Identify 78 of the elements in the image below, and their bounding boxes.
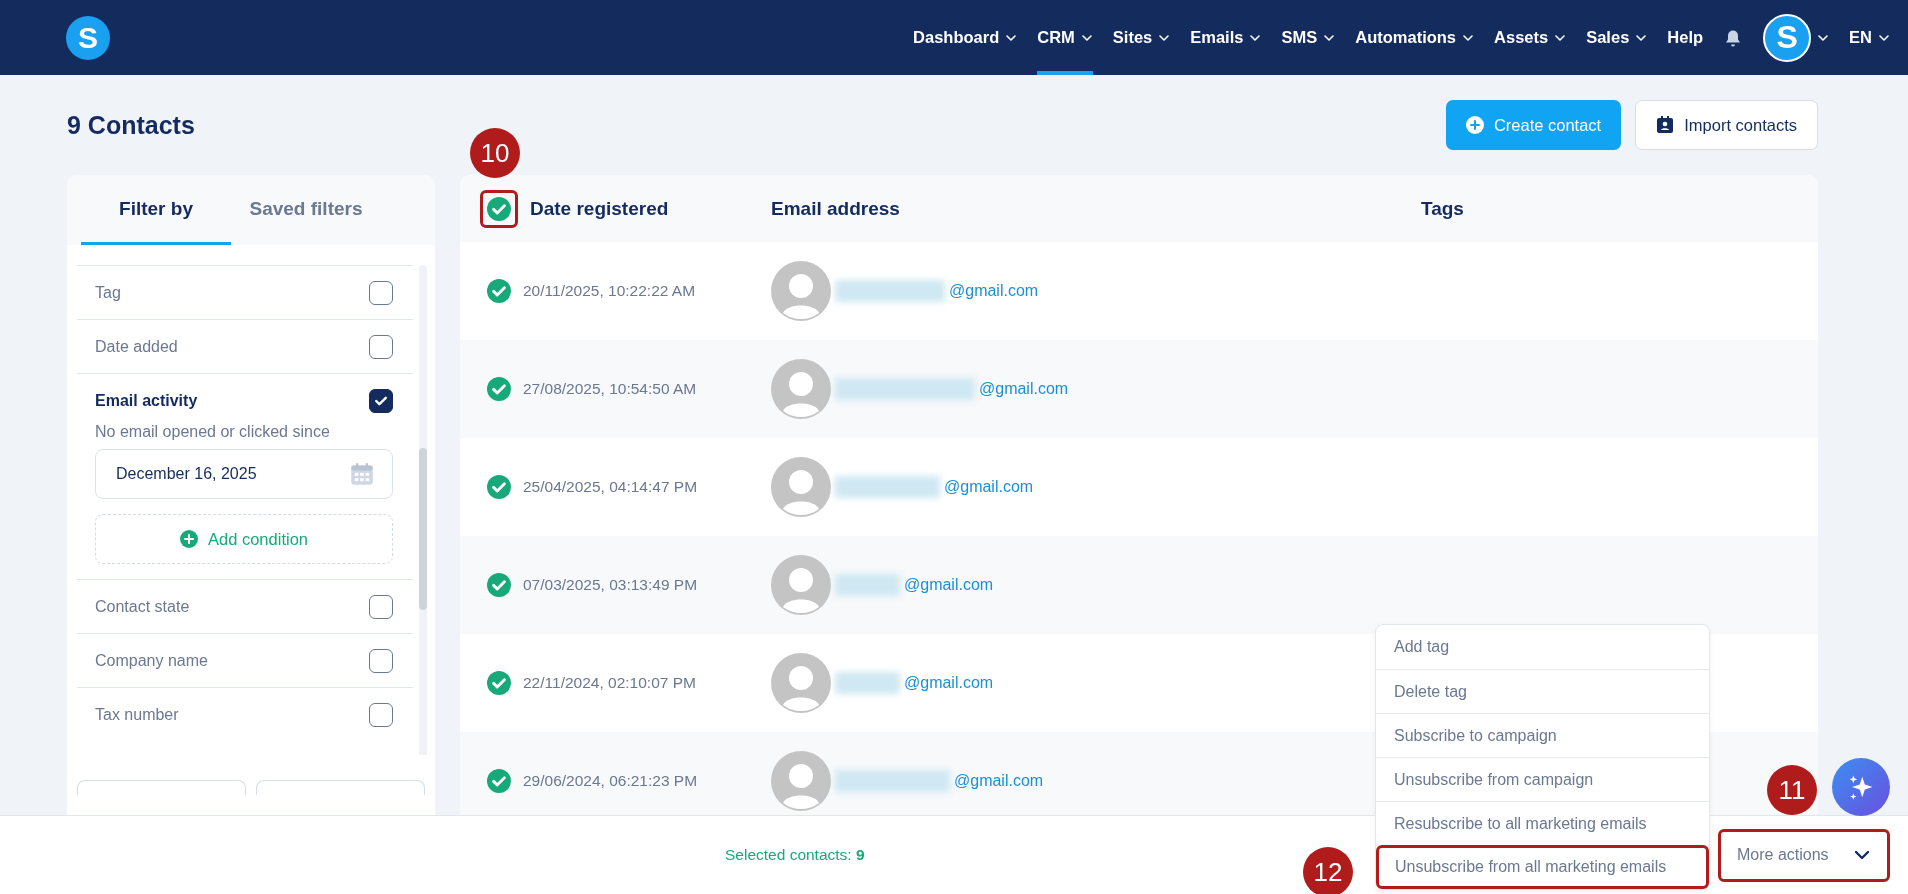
nav-menu-item[interactable]: Emails [1190,0,1262,75]
create-contact-button[interactable]: Create contact [1445,100,1622,150]
import-contacts-button[interactable]: Import contacts [1635,100,1818,150]
filter-tab[interactable]: Filter by [81,175,231,245]
ai-assistant-button[interactable] [1832,758,1890,816]
date-cell: 27/08/2025, 10:54:50 AM [523,380,697,398]
blurred-text [835,574,900,596]
date-cell: 20/11/2025, 10:22:22 AM [523,282,696,300]
filter-tab[interactable]: Saved filters [231,175,381,245]
column-header: Tags [1421,197,1464,220]
avatar-placeholder-icon [771,555,831,615]
checkbox[interactable] [369,648,393,673]
email-link[interactable]: @gmail.com [944,478,1034,496]
nav-menu-item[interactable]: CRM [1037,0,1093,75]
filter-label: Tax number [95,705,179,724]
avatar-placeholder-icon [771,261,831,321]
date-cell: 29/06/2024, 06:21:23 PM [523,772,698,790]
menu-item[interactable]: Resubscribe to all marketing emails [1376,801,1709,845]
check-circle-icon[interactable] [487,279,511,303]
user-avatar[interactable]: S [1763,13,1812,62]
avatar-placeholder-icon [771,457,831,517]
filter-label: Tag [95,283,121,302]
checkbox[interactable] [369,702,393,727]
more-actions-button[interactable]: More actions [1718,828,1890,882]
nav-menu-item[interactable]: Sites [1112,0,1171,75]
checkbox[interactable] [369,388,393,413]
email-link[interactable]: @gmail.com [904,674,994,692]
calendar-icon [350,462,374,486]
menu-item[interactable]: Add tag [1376,625,1709,669]
condition-label: No email opened or clicked since [95,423,331,441]
add-condition-button[interactable]: Add condition [95,514,393,564]
check-circle-icon[interactable] [487,475,511,499]
nav-menu-item[interactable]: Dashboard [913,0,1018,75]
email-link[interactable]: @gmail.com [904,576,994,594]
nav-menu-item[interactable]: Help [1667,0,1704,75]
nav-menu-item[interactable]: Sales [1586,0,1648,75]
checkbox[interactable] [369,594,393,619]
date-cell: 22/11/2024, 02:10:07 PM [523,674,696,692]
nav-menu-item[interactable]: SMS [1281,0,1336,75]
menu-item[interactable]: Delete tag [1376,669,1709,713]
date-cell: 07/03/2025, 03:13:49 PM [523,576,698,594]
avatar-placeholder-icon [771,359,831,419]
checkbox[interactable] [369,280,393,305]
select-all-checkbox[interactable] [487,196,511,221]
check-circle-icon[interactable] [487,671,511,695]
checkbox[interactable] [369,334,393,359]
menu-item[interactable]: Unsubscribe from all marketing emails [1376,845,1709,889]
blurred-text [835,672,900,694]
selected-count-text: Selected contacts: 9 [725,846,865,864]
menu-item[interactable]: Unsubscribe from campaign [1376,757,1709,801]
scrollbar[interactable] [419,265,427,755]
plus-circle-icon [1465,116,1484,134]
check-circle-icon[interactable] [487,377,511,401]
check-circle-icon[interactable] [487,573,511,597]
check-circle-icon[interactable] [487,769,511,793]
filter-label: Contact state [95,597,190,616]
filter-label: Email activity [95,391,198,410]
page-title: 9 Contacts [67,110,195,140]
menu-item[interactable]: Subscribe to campaign [1376,713,1709,757]
nav-menu-item[interactable]: Automations [1355,0,1475,75]
contact-card-icon [1656,116,1675,134]
avatar-placeholder-icon [771,653,831,713]
date-cell: 25/04/2025, 04:14:47 PM [523,478,698,496]
email-link[interactable]: @gmail.com [979,380,1069,398]
filter-label: Company name [95,651,208,670]
scrollbar-thumb[interactable] [419,448,427,610]
language-selector[interactable]: EN [1849,0,1890,75]
filter-label: Date added [95,337,178,356]
date-field[interactable]: December 16, 2025 [95,449,393,499]
logo[interactable]: S [66,15,110,60]
avatar-placeholder-icon [771,751,831,811]
email-link[interactable]: @gmail.com [949,282,1039,300]
plus-circle-icon [180,530,198,548]
nav-menu-item[interactable]: Assets [1494,0,1567,75]
callout-badge: 10 [470,128,520,178]
column-header: Date registered [530,197,669,220]
email-link[interactable]: @gmail.com [954,772,1044,790]
column-header: Email address [771,197,900,220]
